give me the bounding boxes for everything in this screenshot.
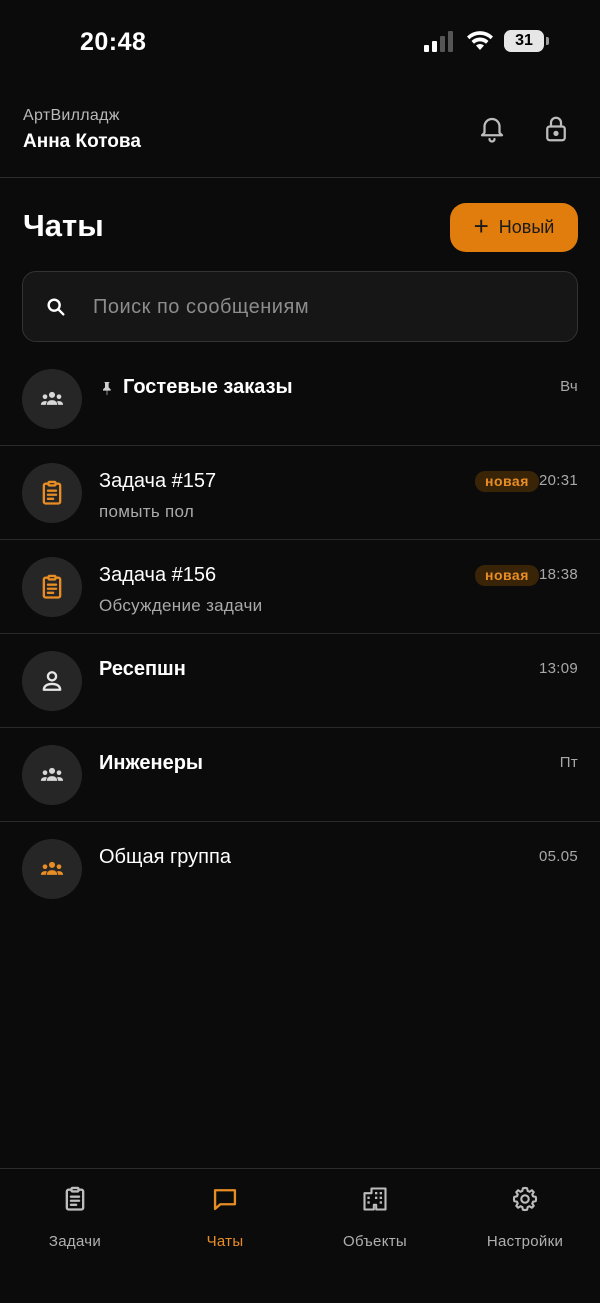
building-icon [363, 1187, 387, 1211]
chat-icon [213, 1189, 237, 1211]
battery-icon: 31 [504, 30, 549, 52]
chat-title: Гостевые заказы [99, 376, 293, 399]
chat-time: Пт [559, 754, 578, 771]
cellular-signal-icon [424, 30, 456, 52]
search-icon [47, 298, 65, 316]
search-bar[interactable] [22, 271, 578, 342]
new-chat-button-label: Новый [498, 217, 555, 237]
new-badge: новая [475, 471, 539, 492]
status-icons: 31 [424, 30, 549, 52]
chat-item-reception[interactable]: Ресепшн 13:09 [0, 634, 600, 728]
new-badge: новая [475, 565, 539, 586]
nav-label: Настройки [486, 1233, 564, 1250]
person-icon [42, 671, 62, 691]
gear-icon [512, 1186, 538, 1212]
app-header: АртВилладж Анна Котова [0, 100, 600, 178]
nav-label: Объекты [343, 1233, 407, 1250]
chat-avatar [22, 557, 82, 617]
bottom-nav: Задачи Чаты Объекты Настройки [0, 1168, 600, 1303]
wifi-icon [467, 31, 493, 50]
user-name: Анна Котова [23, 131, 141, 152]
status-time: 20:48 [80, 28, 147, 56]
new-chat-button[interactable]: + Новый [450, 203, 578, 252]
chat-title: Общая группа [99, 846, 231, 868]
chat-title-text: Гостевые заказы [123, 376, 293, 398]
lock-icon[interactable] [541, 114, 571, 144]
chat-item-engineers[interactable]: Инженеры Пт [0, 728, 600, 822]
chat-time: 13:09 [538, 660, 578, 677]
clipboard-icon [65, 1186, 85, 1211]
chat-preview: Обсуждение задачи [99, 596, 263, 615]
chat-preview: помыть пол [99, 502, 195, 521]
chat-item-task-157[interactable]: Задача #157 помыть пол новая 20:31 [0, 446, 600, 540]
chat-time: Вч [560, 378, 578, 395]
chat-title: Задача #156 [99, 564, 217, 586]
chat-avatar [22, 745, 82, 805]
clipboard-icon [42, 480, 62, 505]
nav-tab-tasks[interactable]: Задачи [0, 1185, 150, 1265]
chat-item-task-156[interactable]: Задача #156 Обсуждение задачи новая 18:3… [0, 540, 600, 634]
group-icon [40, 861, 64, 875]
plus-icon: + [473, 211, 489, 241]
bell-icon[interactable] [477, 114, 507, 144]
nav-tab-settings[interactable]: Настройки [450, 1185, 600, 1265]
chat-avatar [22, 369, 82, 429]
group-icon [40, 391, 64, 405]
status-bar: 20:48 31 [0, 0, 600, 88]
screen: 20:48 31 АртВилладж Анна Котова Чаты + Н… [0, 0, 600, 1303]
chat-item-guest-orders[interactable]: Гостевые заказы Вч [0, 352, 600, 446]
group-icon [40, 767, 64, 781]
chat-time: 18:38 [538, 566, 578, 583]
battery-level: 31 [515, 32, 533, 49]
chat-avatar [22, 839, 82, 899]
company-name: АртВилладж [23, 107, 120, 124]
chat-avatar [22, 463, 82, 523]
chat-avatar [22, 651, 82, 711]
chat-title: Задача #157 [99, 470, 217, 492]
pin-icon [103, 381, 111, 395]
nav-label: Чаты [206, 1233, 244, 1250]
chat-time: 20:31 [538, 472, 578, 489]
nav-tab-chats[interactable]: Чаты [150, 1185, 300, 1265]
nav-tab-objects[interactable]: Объекты [300, 1185, 450, 1265]
chat-title: Инженеры [99, 752, 203, 774]
chat-item-general-group[interactable]: Общая группа 05.05 [0, 822, 600, 916]
nav-label: Задачи [48, 1233, 102, 1250]
chat-title: Ресепшн [99, 658, 186, 680]
page-title: Чаты [23, 208, 104, 243]
chat-time: 05.05 [538, 848, 578, 865]
clipboard-icon [42, 574, 62, 599]
search-input[interactable] [93, 284, 563, 330]
chat-list: Гостевые заказы Вч Задача #157 помыть по… [0, 352, 600, 916]
